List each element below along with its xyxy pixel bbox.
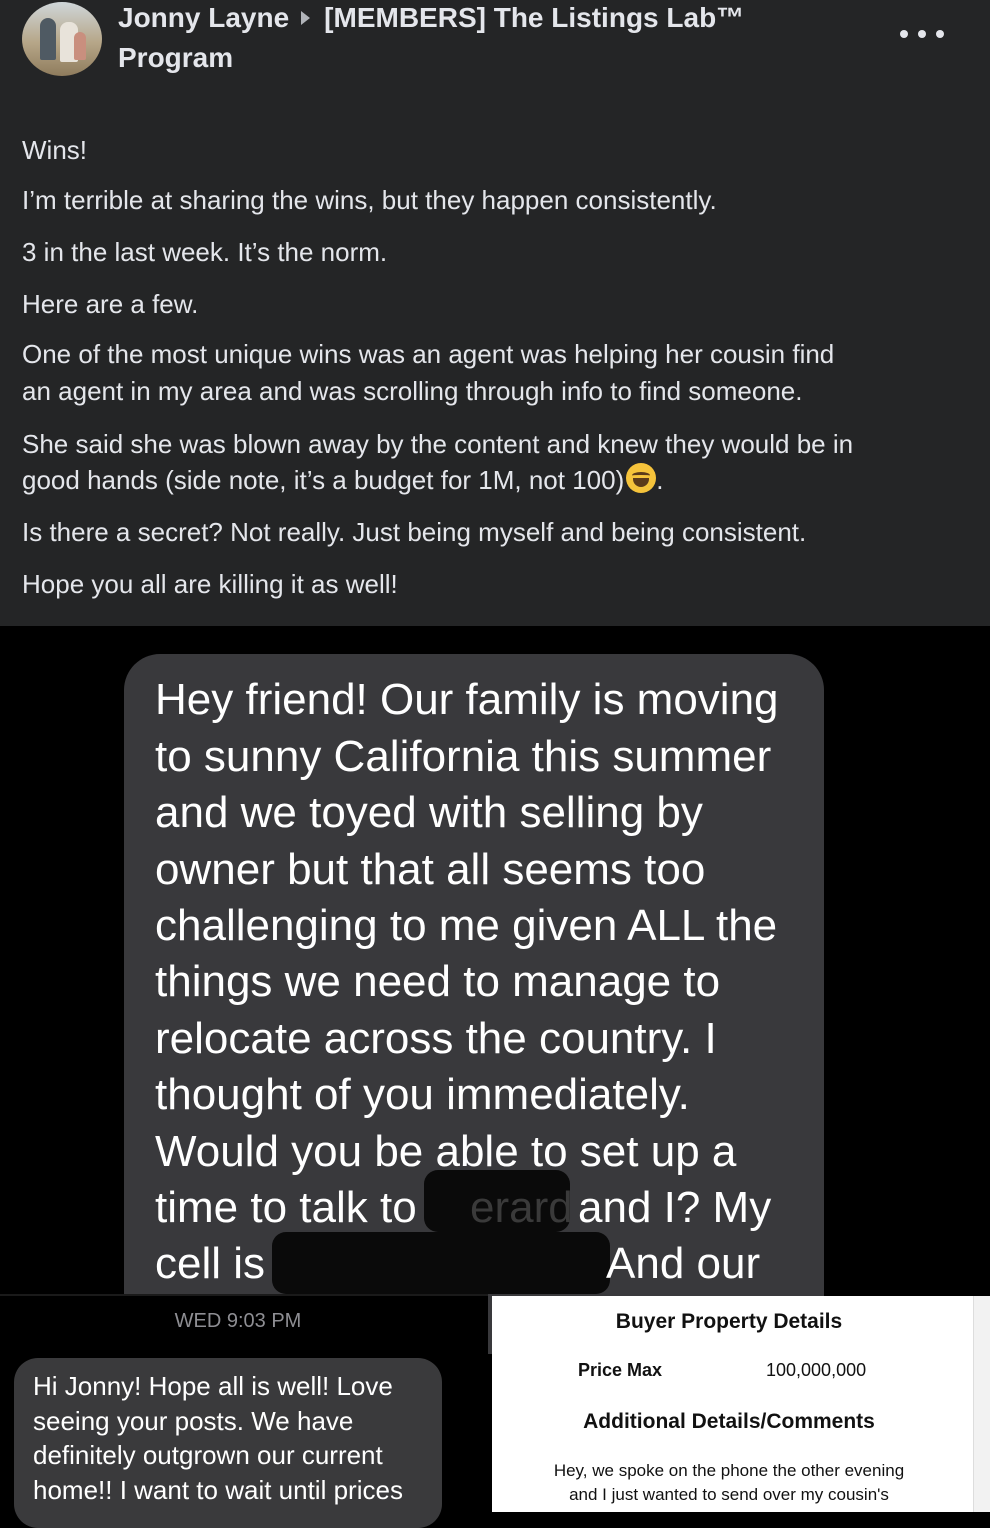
post-paragraph: an agent in my area and was scrolling th… [22, 376, 803, 406]
post-paragraph: 3 in the last week. It’s the norm. [22, 237, 388, 267]
message-line: home!! I want to wait until prices [33, 1475, 403, 1505]
avatar-person [40, 18, 56, 60]
post-paragraph: I’m terrible at sharing the wins, but th… [22, 185, 717, 215]
post-paragraph: One of the most unique wins was an agent… [22, 339, 835, 369]
price-max-value: 100,000,000 [766, 1360, 867, 1380]
blurred-name: erard [470, 1183, 573, 1232]
post-header: Jonny Layne [MEMBERS] The Listings Lab™ [118, 0, 878, 36]
message-line: seeing your posts. We have [33, 1406, 354, 1436]
message-line: Hi Jonny! Hope all is well! Love [33, 1371, 393, 1401]
group-name[interactable]: [MEMBERS] The Listings Lab™ [324, 2, 744, 33]
post-paragraph: Is there a secret? Not really. Just bein… [22, 517, 807, 547]
form-comment-line: and I just wanted to send over my cousin… [569, 1485, 889, 1504]
form-title: Buyer Property Details [615, 1310, 843, 1333]
form-subtitle: Additional Details/Comments [583, 1410, 875, 1433]
message-line: relocate across the country. I [155, 1014, 717, 1063]
more-options-icon[interactable] [900, 24, 944, 44]
message-line: challenging to me given ALL the [155, 901, 778, 950]
message-line: Hey friend! Our family is moving [155, 675, 779, 724]
price-max-label: Price Max [578, 1360, 663, 1380]
avatar[interactable] [22, 2, 102, 76]
laughing-crying-emoji-icon [626, 463, 657, 493]
group-name-continued[interactable]: Program [118, 40, 878, 76]
post-paragraph: She said she was blown away by the conte… [22, 429, 854, 459]
avatar-person [74, 32, 86, 60]
author-name[interactable]: Jonny Layne [118, 2, 289, 33]
message-line: definitely outgrown our current [33, 1440, 383, 1470]
facebook-post: Jonny Layne [MEMBERS] The Listings Lab™ P… [0, 0, 990, 626]
post-paragraph: good hands (side note, it’s a budget for… [22, 465, 625, 495]
message-line: to sunny California this summer [155, 732, 772, 781]
post-paragraph-with-emoji: good hands (side note, it’s a budget for… [22, 463, 664, 495]
message-line: and we toyed with selling by [155, 788, 703, 837]
post-paragraph: Here are a few. [22, 289, 199, 319]
post-paragraph: Wins! [22, 135, 87, 165]
message-line: thought of you immediately. [155, 1070, 690, 1119]
redaction-mark [272, 1232, 610, 1294]
caret-right-icon [301, 11, 311, 26]
message-line: And our [606, 1239, 761, 1288]
message-line: things we need to manage to [155, 957, 721, 1006]
post-paragraph: Hope you all are killing it as well! [22, 569, 398, 599]
message-line: owner but that all seems too [155, 845, 706, 894]
form-comment-line: Hey, we spoke on the phone the other eve… [553, 1461, 905, 1480]
scrollbar-track [973, 1296, 990, 1512]
message-line: and I? My [578, 1183, 772, 1232]
message-timestamp: WED 9:03 PM [174, 1310, 302, 1332]
